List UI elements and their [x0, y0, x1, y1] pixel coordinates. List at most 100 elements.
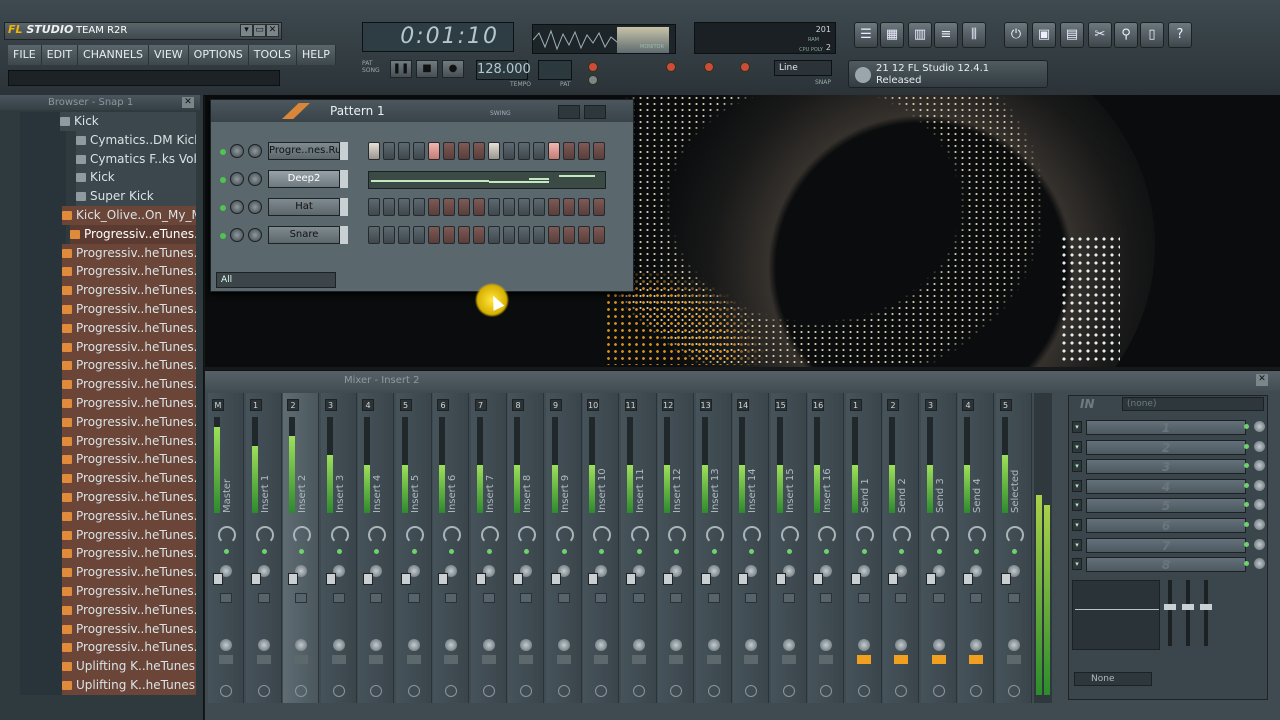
pan-knob[interactable]	[930, 526, 949, 544]
volume-fader[interactable]	[1000, 573, 1011, 585]
record-button[interactable]: ●	[442, 60, 464, 78]
record-arm-icon[interactable]	[745, 685, 757, 697]
pan-knob[interactable]	[893, 526, 911, 544]
track-enable-led[interactable]	[449, 549, 454, 554]
fx-enable-led[interactable]	[1244, 541, 1249, 547]
step-button[interactable]	[398, 142, 410, 160]
song-time-display[interactable]: 0:01:10	[362, 22, 514, 52]
step-button[interactable]	[413, 198, 425, 216]
channel-active-led[interactable]	[220, 177, 226, 183]
browser-file-item[interactable]: Progressiv..heTunes.Ru]	[62, 544, 196, 564]
help-icon[interactable]: ?	[1168, 22, 1192, 48]
fx-slot-label[interactable]: 6	[1086, 518, 1246, 533]
fx-button[interactable]	[670, 593, 682, 603]
step-button[interactable]	[518, 198, 530, 216]
browser-file-item[interactable]: Progressiv..heTunes.Ru]	[62, 262, 196, 282]
step-button[interactable]	[443, 142, 455, 160]
playlist-icon[interactable]: ☰	[854, 22, 878, 48]
volume-fader[interactable]	[288, 573, 298, 585]
step-button[interactable]	[548, 226, 560, 244]
fx-button[interactable]	[932, 593, 945, 603]
track-enable-led[interactable]	[524, 549, 529, 554]
step-edit-icon[interactable]	[666, 62, 676, 72]
fx-button[interactable]	[520, 593, 532, 603]
browser-file-item[interactable]: Progressiv..heTunes.Ru]	[62, 488, 196, 507]
mixer-track-insert-12[interactable]: 12 Insert 12	[658, 393, 694, 703]
power-icon[interactable]: ⏻	[1004, 22, 1028, 48]
volume-fader[interactable]	[625, 573, 636, 585]
fx-slot[interactable]: ▾ 3	[1072, 458, 1268, 475]
route-arrow-icon[interactable]	[819, 655, 833, 664]
track-enable-led[interactable]	[224, 549, 229, 554]
step-button[interactable]	[458, 198, 470, 216]
browser-file-item[interactable]: Uplifting K..heTunes.Ru]	[62, 657, 196, 677]
record-arm-icon[interactable]	[782, 685, 795, 697]
step-button[interactable]	[368, 198, 380, 216]
record-arm-icon[interactable]	[1007, 685, 1020, 697]
fx-mix-knob[interactable]	[1254, 421, 1265, 432]
record-arm-icon[interactable]	[895, 685, 907, 697]
mixer-track-insert-11[interactable]: 11 Insert 11	[620, 393, 657, 703]
step-button[interactable]	[473, 142, 485, 160]
channel-volume-knob[interactable]	[230, 144, 244, 158]
browser-file-item[interactable]: Progressiv..heTunes.Ru]	[62, 281, 196, 301]
step-button[interactable]	[548, 142, 560, 160]
channel-volume-knob[interactable]	[230, 172, 244, 186]
step-button[interactable]	[458, 142, 470, 160]
channel-active-led[interactable]	[220, 205, 226, 211]
route-arrow-icon[interactable]	[256, 655, 271, 664]
snap-select[interactable]: Line	[774, 60, 832, 76]
mixer-icon[interactable]: ⫼	[962, 22, 986, 48]
mixer-track-insert-15[interactable]: 15 Insert 15	[770, 393, 807, 703]
fx-mix-knob[interactable]	[1254, 538, 1265, 550]
fx-enable-led[interactable]	[1244, 463, 1249, 469]
route-arrow-icon[interactable]	[331, 655, 346, 664]
browser-file-item[interactable]: Progressiv..heTunes.Ru]	[62, 431, 196, 451]
browser-file-item[interactable]: Progressiv..heTunes.Ru]	[62, 525, 196, 545]
fx-button[interactable]	[745, 593, 757, 603]
record-arm-icon[interactable]	[482, 685, 495, 697]
volume-fader[interactable]	[400, 573, 411, 585]
browser-file-item[interactable]: Progressiv..heTunes.Ru]	[62, 619, 196, 639]
menu-channels[interactable]: CHANNELS	[78, 45, 150, 65]
route-arrow-icon[interactable]	[1006, 655, 1021, 664]
volume-fader[interactable]	[850, 573, 861, 585]
step-button[interactable]	[383, 142, 395, 160]
fx-button[interactable]	[332, 593, 345, 603]
step-button[interactable]	[578, 226, 590, 244]
track-enable-led[interactable]	[861, 549, 867, 554]
record-arm-icon[interactable]	[220, 685, 232, 697]
fx-slot[interactable]: ▾ 5	[1072, 497, 1268, 514]
browser-file-item[interactable]: Progressiv..heTunes.Ru]	[62, 375, 196, 395]
pan-knob[interactable]	[293, 526, 311, 544]
step-button[interactable]	[473, 226, 485, 244]
channel-select-light[interactable]	[340, 170, 348, 188]
fx-slot-menu-icon[interactable]: ▾	[1072, 440, 1082, 453]
step-button[interactable]	[578, 142, 590, 160]
record-arm-icon[interactable]	[445, 685, 457, 697]
track-enable-led[interactable]	[299, 549, 304, 554]
mixer-track-send-1[interactable]: 1 Send 1	[845, 393, 882, 703]
send-knob[interactable]	[595, 639, 607, 651]
record-arm-icon[interactable]	[670, 685, 682, 697]
record-arm-icon[interactable]	[932, 685, 945, 697]
fx-mix-knob[interactable]	[1254, 460, 1265, 472]
menu-view[interactable]: VIEW	[149, 45, 189, 65]
step-button[interactable]	[548, 198, 560, 216]
pan-knob[interactable]	[705, 526, 724, 544]
browser-file-item[interactable]: Progressiv..heTunes.Ru]	[62, 563, 196, 583]
fx-button[interactable]	[445, 593, 457, 603]
menu-tools[interactable]: TOOLS	[248, 45, 297, 65]
tools-icon[interactable]: ✂	[1088, 22, 1112, 48]
fx-button[interactable]	[557, 593, 570, 603]
browser-folder-item[interactable]: Cymatics..DM Kicks	[76, 130, 196, 150]
fx-mix-knob[interactable]	[1254, 558, 1265, 570]
fx-slot-menu-icon[interactable]: ▾	[1072, 479, 1082, 492]
channel-select-light[interactable]	[340, 226, 348, 244]
step-button[interactable]	[503, 226, 515, 244]
record-arm-icon[interactable]	[557, 685, 570, 697]
fx-button[interactable]	[632, 593, 645, 603]
pan-knob[interactable]	[593, 526, 611, 544]
mixer-track-insert-8[interactable]: 8 Insert 8	[508, 393, 544, 703]
channel-row[interactable]: Progre..nes.Ru]	[216, 141, 626, 163]
